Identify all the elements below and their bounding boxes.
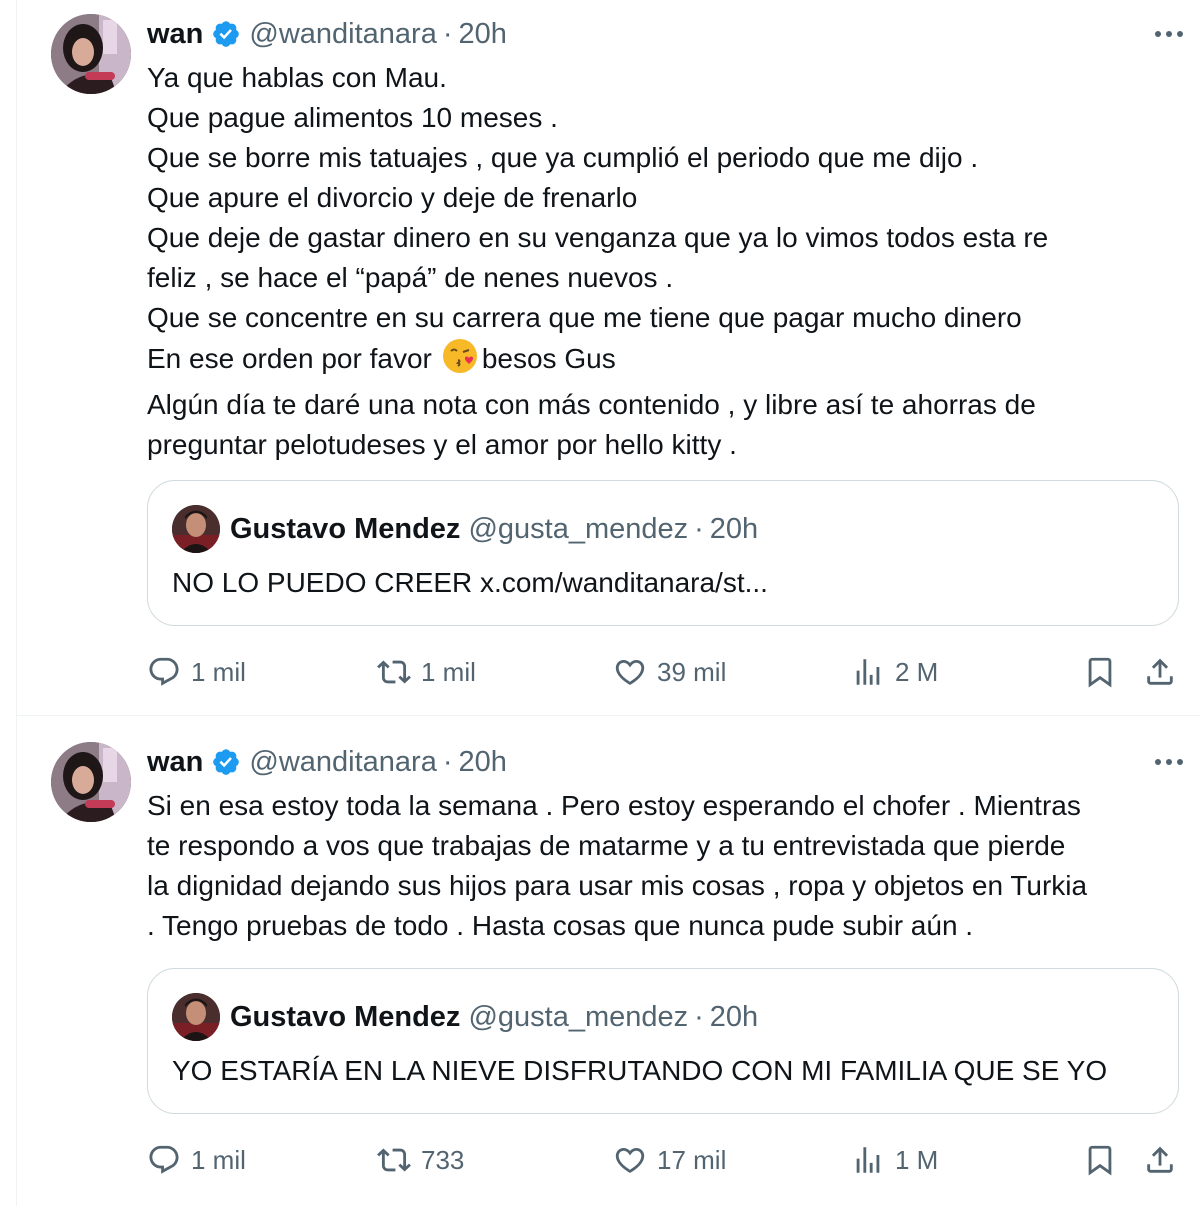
tweet-text-line: Algún día te daré una nota con más conte… [147,389,1036,420]
tweet-text-line: Que apure el divorcio y deje de frenarlo [147,182,638,213]
views-count: 1 M [895,1144,939,1175]
share-button[interactable] [1143,652,1177,692]
more-options-icon[interactable] [1145,748,1193,776]
separator-dot: · [694,512,704,545]
bookmark-button[interactable] [1083,1140,1117,1180]
more-options-icon[interactable] [1145,20,1193,48]
tweet-text-line: Ya que hablas con Mau. [147,62,447,93]
tweet-text-line: Que se concentre en su carrera que me ti… [147,302,1022,333]
quoted-author-name: Gustavo Mendez [230,512,461,545]
tweet-text-line: Que se borre mis tatuajes , que ya cumpl… [147,142,979,173]
author-handle[interactable]: @wanditanara [249,18,436,51]
bookmark-button[interactable] [1083,652,1117,692]
bookmark-icon [1088,1145,1112,1176]
tweet-time[interactable]: 20h [459,746,507,779]
quoted-header: Gustavo Mendez @gusta_mendez · 20h [230,511,758,547]
tweet-text-line: feliz , se hace el “papá” de nenes nuevo… [147,262,674,293]
action-bar: 1 mil 733 17 mil 1 M [147,1140,1187,1180]
quoted-time: 20h [709,1000,759,1033]
views-button[interactable]: 2 M [851,652,938,692]
quoted-author-handle: @gusta_mendez [468,1000,689,1033]
share-button[interactable] [1143,1140,1177,1180]
repost-count: 1 mil [421,656,476,687]
author-name[interactable]: wan [147,18,203,51]
reply-button[interactable]: 1 mil [147,652,246,692]
quoted-avatar[interactable] [172,993,220,1041]
views-count: 2 M [895,656,939,687]
reply-icon [149,1145,179,1174]
tweet-header: wan @wanditanara · 20h [147,16,507,52]
tweet-text-line: preguntar pelotudeses y el amor por hell… [147,429,737,460]
emoji-line-before: En ese orden por favor [147,343,432,374]
heart-icon [615,659,645,685]
quoted-tweet[interactable]: Gustavo Mendez @gusta_mendez · 20h YO ES… [147,968,1179,1114]
like-button[interactable]: 39 mil [613,652,726,692]
like-count: 39 mil [657,656,727,687]
tweet-text: Ya que hablas con Mau. Que pague aliment… [147,58,1147,465]
avatar[interactable] [51,14,131,94]
repost-icon [377,660,411,684]
quoted-time: 20h [709,512,759,545]
reply-count: 1 mil [191,1144,246,1175]
repost-icon [377,1148,411,1172]
quoted-tweet[interactable]: Gustavo Mendez @gusta_mendez · 20h NO LO… [147,480,1179,626]
like-button[interactable]: 17 mil [613,1140,726,1180]
heart-icon [615,1147,645,1173]
tweet-header: wan @wanditanara · 20h [147,744,507,780]
emoji-line-after: besos Gus [481,343,616,374]
views-chart-icon [856,1147,880,1173]
bookmark-icon [1088,657,1112,688]
like-count: 17 mil [657,1144,727,1175]
quoted-text: YO ESTARÍA EN LA NIEVE DISFRUTANDO CON M… [172,1055,1108,1086]
separator-dot: · [442,17,453,50]
repost-count: 733 [421,1144,465,1175]
author-name[interactable]: wan [147,746,203,779]
action-bar: 1 mil 1 mil 39 mil 2 M [147,652,1187,692]
verified-badge-icon [211,747,241,777]
tweet-time[interactable]: 20h [459,18,507,51]
kissing-face-emoji-icon [442,338,478,385]
tweet-text-line: Si en esa estoy toda la semana . Pero es… [147,790,1081,821]
quoted-author-name: Gustavo Mendez [230,1000,461,1033]
tweet-text: Si en esa estoy toda la semana . Pero es… [147,786,1187,946]
author-handle[interactable]: @wanditanara [249,746,436,779]
quoted-header: Gustavo Mendez @gusta_mendez · 20h [230,999,758,1035]
tweet-text-line: Que deje de gastar dinero en su venganza… [147,222,1049,253]
separator-dot: · [442,745,453,778]
avatar[interactable] [51,742,131,822]
tweet-text-line: Que pague alimentos 10 meses . [147,102,558,133]
tweet[interactable]: wan @wanditanara · 20h Si en esa estoy t… [17,716,1200,1206]
quoted-author-handle: @gusta_mendez [468,512,689,545]
reply-icon [149,657,179,686]
repost-button[interactable]: 733 [377,1140,464,1180]
tweet-text-line: te respondo a vos que trabajas de matarm… [147,830,1066,861]
tweet[interactable]: wan @wanditanara · 20h Ya que hablas con… [17,0,1200,716]
separator-dot: · [694,1000,704,1033]
repost-button[interactable]: 1 mil [377,652,476,692]
quoted-text: NO LO PUEDO CREER x.com/wanditanara/st..… [172,567,768,598]
share-icon [1147,658,1173,685]
views-button[interactable]: 1 M [851,1140,938,1180]
reply-count: 1 mil [191,656,246,687]
timeline: wan @wanditanara · 20h Ya que hablas con… [16,0,1200,1206]
verified-badge-icon [211,19,241,49]
reply-button[interactable]: 1 mil [147,1140,246,1180]
tweet-text-line: la dignidad dejando sus hijos para usar … [147,870,1088,901]
quoted-avatar[interactable] [172,505,220,553]
tweet-text-line: . Tengo pruebas de todo . Hasta cosas qu… [147,910,974,941]
share-icon [1147,1146,1173,1173]
tweet-text-line-with-emoji: En ese orden por favor besos Gus [147,338,1147,385]
views-chart-icon [856,659,880,685]
